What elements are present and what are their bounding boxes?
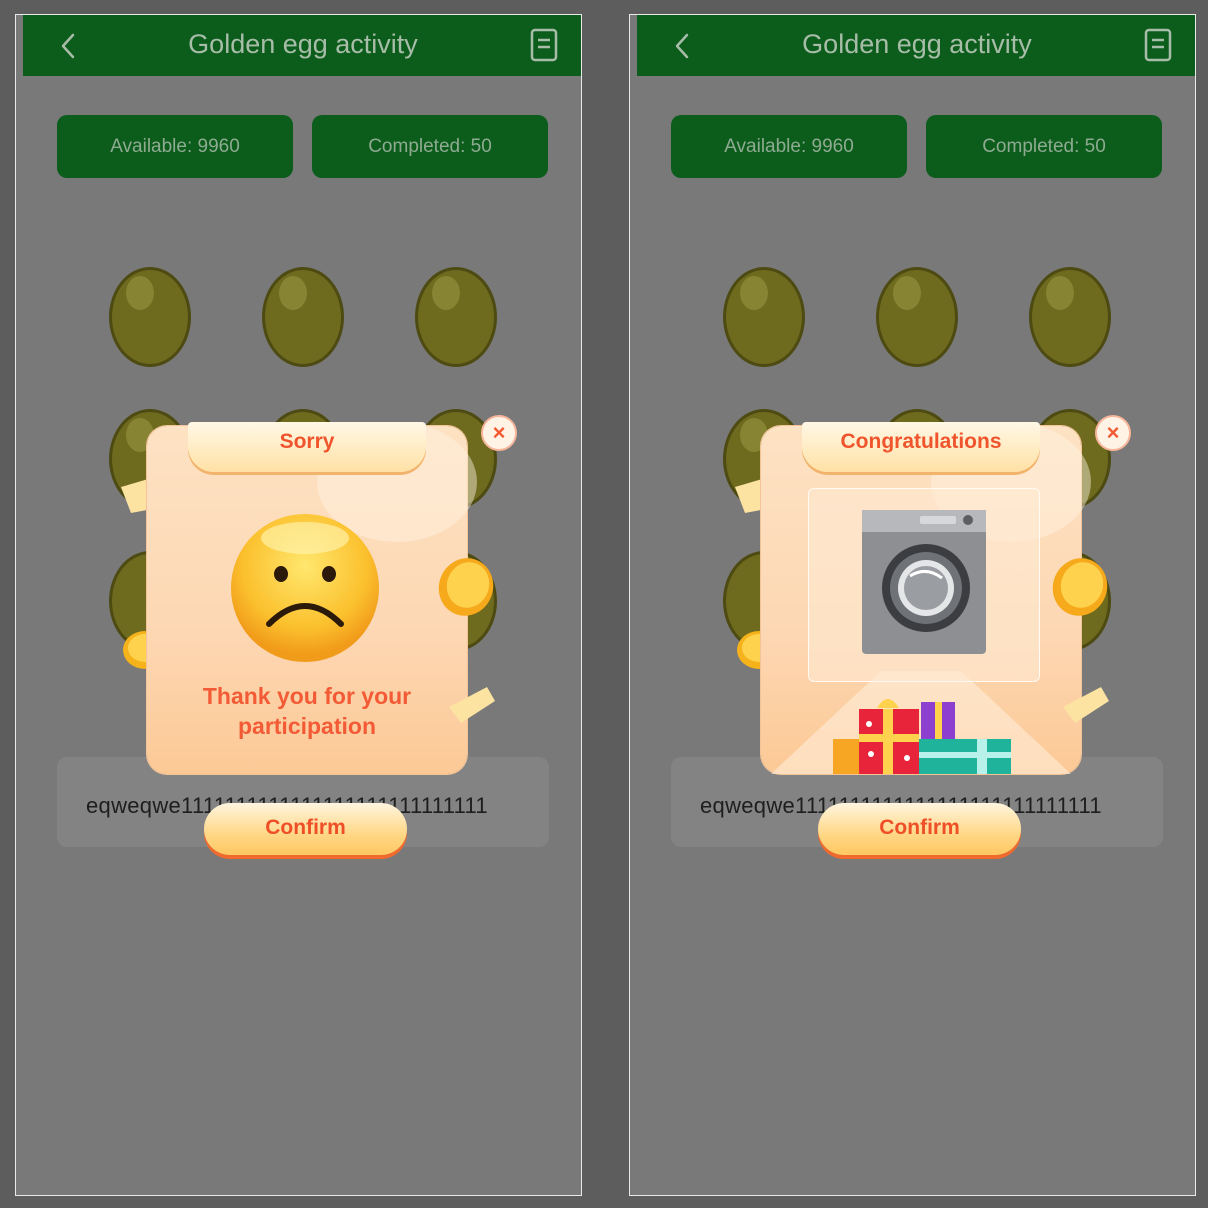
- dialog-title: Congratulations: [840, 430, 1002, 453]
- sad-face-icon: [231, 514, 379, 662]
- washing-machine-icon: [862, 510, 986, 654]
- gift-boxes-icon: [833, 699, 1011, 774]
- coin-icon: [1052, 558, 1108, 616]
- dialog-panel: Sorry Thank you for your participation: [147, 422, 477, 774]
- prize-frame: [808, 488, 1040, 682]
- dialog-message: Thank you for your participation: [202, 683, 412, 739]
- dialog-title: Sorry: [279, 430, 335, 453]
- phone-screen-sorry: Golden egg activity Available: 9960 Comp…: [15, 14, 582, 1196]
- coin-icon: [438, 558, 494, 616]
- dialog-title-ribbon: Sorry: [188, 422, 426, 472]
- close-button[interactable]: ×: [1095, 415, 1131, 451]
- result-dialog-sorry: Sorry Thank you for your participation ×: [16, 15, 581, 1195]
- close-button[interactable]: ×: [481, 415, 517, 451]
- confirm-button[interactable]: Confirm: [204, 803, 407, 855]
- result-dialog-congratulations: Congratulations ×: [630, 15, 1195, 1195]
- dialog-title-ribbon: Congratulations: [802, 422, 1040, 472]
- dialog-panel: Congratulations: [761, 422, 1091, 774]
- confetti-icon: [449, 687, 495, 723]
- confirm-button[interactable]: Confirm: [818, 803, 1021, 855]
- phone-screen-congratulations: Golden egg activity Available: 9960 Comp…: [629, 14, 1196, 1196]
- confetti-icon: [1063, 687, 1109, 723]
